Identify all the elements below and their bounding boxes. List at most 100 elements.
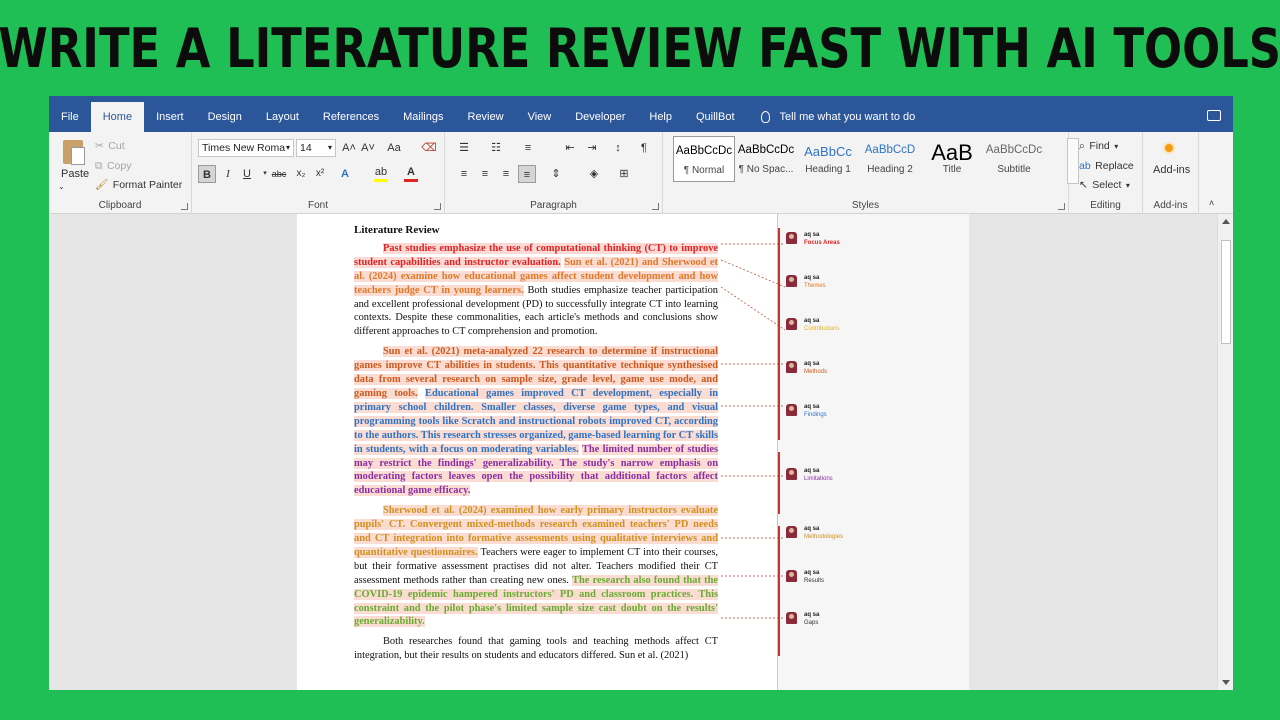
- vertical-scrollbar[interactable]: [1217, 214, 1233, 690]
- show-marks-icon[interactable]: ¶: [635, 139, 653, 157]
- bold-button[interactable]: B: [198, 165, 216, 183]
- comments-icon[interactable]: [1207, 110, 1221, 121]
- line-spacing-icon[interactable]: ⇕: [547, 165, 565, 183]
- scroll-down-icon[interactable]: [1222, 680, 1230, 685]
- format-painter-button[interactable]: 🖌 Format Painter: [95, 175, 182, 193]
- replace-button[interactable]: ab Replace: [1079, 156, 1134, 174]
- tab-quillbot[interactable]: QuillBot: [684, 102, 747, 132]
- change-case-button[interactable]: Aa: [382, 139, 406, 157]
- editing-group: ⌕ Find ▾ ab Replace ↖ Select ▾ Editing: [1069, 132, 1143, 214]
- tab-references[interactable]: References: [311, 102, 391, 132]
- brush-icon: 🖌: [95, 179, 109, 191]
- style-sample: AaBbCc: [804, 144, 852, 159]
- tab-file[interactable]: File: [49, 102, 91, 132]
- paste-button[interactable]: Paste: [61, 168, 89, 180]
- strikethrough-button[interactable]: abc: [268, 165, 290, 183]
- select-label: Select: [1092, 179, 1122, 191]
- style-subtitle[interactable]: AaBbCcDc Subtitle: [983, 136, 1045, 182]
- style-normal[interactable]: AaBbCcDc ¶ Normal: [673, 136, 735, 182]
- tab-insert[interactable]: Insert: [144, 102, 196, 132]
- paragraph-1: Past studies emphasize the use of comput…: [354, 242, 719, 339]
- tab-design[interactable]: Design: [196, 102, 254, 132]
- comment-author: aq sa: [804, 275, 820, 281]
- doc-heading: Literature Review: [354, 224, 440, 236]
- tab-view[interactable]: View: [516, 102, 564, 132]
- decrease-indent-icon[interactable]: ⇤: [561, 139, 579, 157]
- styles-launcher-icon[interactable]: [1058, 203, 1065, 210]
- document-body[interactable]: Literature Review Past studies emphasize…: [354, 224, 719, 669]
- find-button[interactable]: ⌕ Find ▾: [1079, 136, 1118, 154]
- copy-button[interactable]: ⧉ Copy: [95, 156, 131, 174]
- avatar: [786, 275, 797, 287]
- font-launcher-icon[interactable]: [434, 203, 441, 210]
- style-name: Title: [942, 164, 962, 175]
- font-size-value: 14: [300, 142, 312, 154]
- increase-indent-icon[interactable]: ⇥: [583, 139, 601, 157]
- font-name-select[interactable]: Times New Roma ▾: [198, 139, 294, 157]
- text-effects-icon[interactable]: A: [336, 165, 354, 183]
- comment-author: aq sa: [804, 232, 820, 238]
- shading-icon[interactable]: ◈: [585, 165, 603, 183]
- superscript-button[interactable]: x²: [311, 165, 329, 183]
- scroll-thumb[interactable]: [1221, 240, 1231, 344]
- avatar: [786, 526, 797, 538]
- addins-button[interactable]: Add-ins: [1153, 164, 1190, 176]
- styles-gallery: AaBbCcDc ¶ Normal AaBbCcDc ¶ No Spac... …: [673, 136, 1065, 186]
- tab-layout[interactable]: Layout: [254, 102, 311, 132]
- align-center-icon[interactable]: ≡: [476, 165, 494, 183]
- comment-author: aq sa: [804, 468, 820, 474]
- italic-button[interactable]: I: [219, 165, 237, 183]
- align-right-icon[interactable]: ≡: [497, 165, 515, 183]
- subscript-button[interactable]: x₂: [292, 165, 310, 183]
- tab-mailings[interactable]: Mailings: [391, 102, 455, 132]
- borders-icon[interactable]: ⊞: [615, 165, 633, 183]
- cursor-icon: ↖: [1079, 179, 1088, 191]
- grow-font-button[interactable]: A˄: [340, 139, 358, 157]
- lightbulb-icon: [760, 111, 770, 123]
- clear-formatting-icon[interactable]: ⌫: [420, 139, 438, 157]
- tab-help[interactable]: Help: [637, 102, 684, 132]
- clipboard-group: Paste ⌄ ✂ Cut ⧉ Copy 🖌 Format Painter Cl…: [49, 132, 192, 214]
- style-heading-2[interactable]: AaBbCcD Heading 2: [859, 136, 921, 182]
- sort-icon[interactable]: ↕: [609, 139, 627, 157]
- paste-icon[interactable]: [61, 138, 87, 166]
- style-no-spacing[interactable]: AaBbCcDc ¶ No Spac...: [735, 136, 797, 182]
- style-heading-1[interactable]: AaBbCc Heading 1: [797, 136, 859, 182]
- select-button[interactable]: ↖ Select ▾: [1079, 175, 1130, 193]
- scroll-up-icon[interactable]: [1222, 219, 1230, 224]
- cut-button[interactable]: ✂ Cut: [95, 136, 125, 154]
- align-left-icon[interactable]: ≡: [455, 165, 473, 183]
- font-size-select[interactable]: 14 ▾: [296, 139, 336, 157]
- format-painter-label: Format Painter: [112, 179, 183, 191]
- comment-author: aq sa: [804, 526, 820, 532]
- shrink-font-button[interactable]: A˅: [359, 139, 377, 157]
- multilevel-list-icon[interactable]: ≡: [519, 139, 537, 157]
- tell-me-search[interactable]: Tell me what you want to do: [760, 111, 915, 123]
- font-name-value: Times New Roma: [202, 142, 286, 154]
- numbering-icon[interactable]: ☷: [487, 139, 505, 157]
- font-group-label: Font: [307, 200, 328, 211]
- style-title[interactable]: AaB Title: [921, 136, 983, 182]
- paragraph-launcher-icon[interactable]: [652, 203, 659, 210]
- comment-text: Methods: [804, 369, 828, 375]
- underline-button[interactable]: U: [238, 165, 256, 183]
- tab-review[interactable]: Review: [456, 102, 516, 132]
- tab-developer[interactable]: Developer: [563, 102, 637, 132]
- bullets-icon[interactable]: ☰: [455, 139, 473, 157]
- comment-text: Focus Areas: [804, 240, 840, 246]
- tab-home[interactable]: Home: [90, 102, 145, 132]
- addins-icon[interactable]: [1165, 144, 1173, 152]
- paragraph-4: Both researches found that gaming tools …: [354, 636, 718, 662]
- comment-author: aq sa: [804, 612, 820, 618]
- highlight-icon[interactable]: ab: [372, 165, 390, 183]
- paste-dropdown-icon[interactable]: ⌄: [58, 182, 65, 191]
- replace-label: Replace: [1095, 160, 1134, 172]
- clipboard-launcher-icon[interactable]: [181, 203, 188, 210]
- avatar: [786, 361, 797, 373]
- collapse-ribbon-icon[interactable]: ˄: [1209, 198, 1214, 208]
- word-window: File Home Insert Design Layout Reference…: [49, 96, 1233, 690]
- document-page[interactable]: Literature Review Past studies emphasize…: [297, 214, 777, 690]
- font-color-icon[interactable]: A: [402, 165, 420, 183]
- justify-icon[interactable]: ≡: [518, 165, 536, 183]
- scissors-icon: ✂: [95, 140, 104, 152]
